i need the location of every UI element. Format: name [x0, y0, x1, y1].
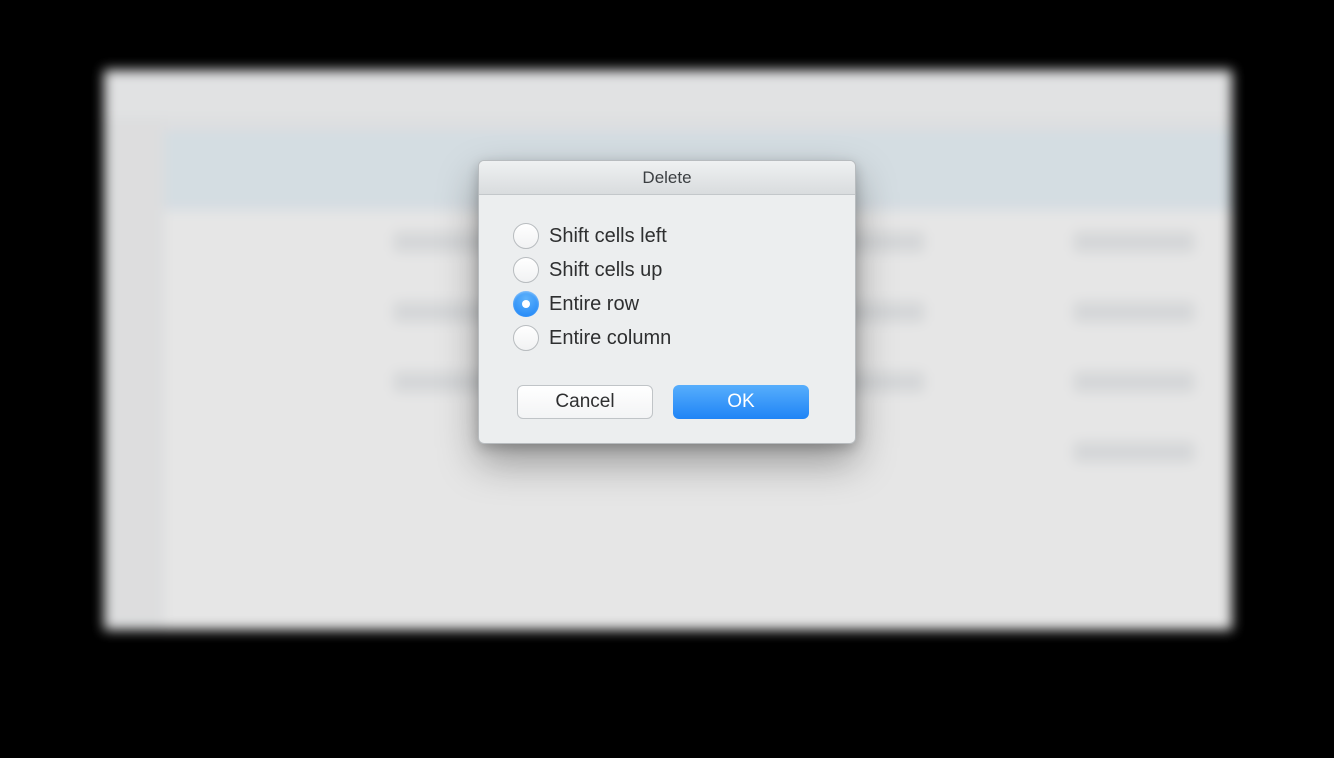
radio-label: Shift cells left: [549, 224, 667, 248]
ok-button-label: OK: [727, 391, 754, 413]
cancel-button[interactable]: Cancel: [517, 385, 653, 419]
row-number-strip: [104, 120, 164, 630]
ghost-cell: [1074, 232, 1194, 252]
radio-icon: [513, 223, 539, 249]
dialog-title: Delete: [642, 168, 691, 188]
delete-radio-group: Shift cells left Shift cells up Entire r…: [513, 223, 821, 351]
radio-option-entire-row[interactable]: Entire row: [513, 291, 821, 317]
dialog-body: Shift cells left Shift cells up Entire r…: [479, 195, 855, 443]
cancel-button-label: Cancel: [555, 391, 614, 413]
radio-label: Shift cells up: [549, 258, 662, 282]
radio-label: Entire row: [549, 292, 639, 316]
radio-icon: [513, 291, 539, 317]
dialog-titlebar: Delete: [479, 161, 855, 195]
radio-option-shift-cells-up[interactable]: Shift cells up: [513, 257, 821, 283]
radio-option-entire-column[interactable]: Entire column: [513, 325, 821, 351]
delete-dialog: Delete Shift cells left Shift cells up E…: [478, 160, 856, 444]
ghost-cell: [1074, 372, 1194, 392]
ghost-cell: [1074, 442, 1194, 462]
radio-option-shift-cells-left[interactable]: Shift cells left: [513, 223, 821, 249]
ghost-cell: [1074, 302, 1194, 322]
radio-label: Entire column: [549, 326, 671, 350]
radio-icon: [513, 257, 539, 283]
radio-icon: [513, 325, 539, 351]
ok-button[interactable]: OK: [673, 385, 809, 419]
sheet-header: [104, 70, 1232, 120]
dialog-button-row: Cancel OK: [513, 385, 821, 419]
